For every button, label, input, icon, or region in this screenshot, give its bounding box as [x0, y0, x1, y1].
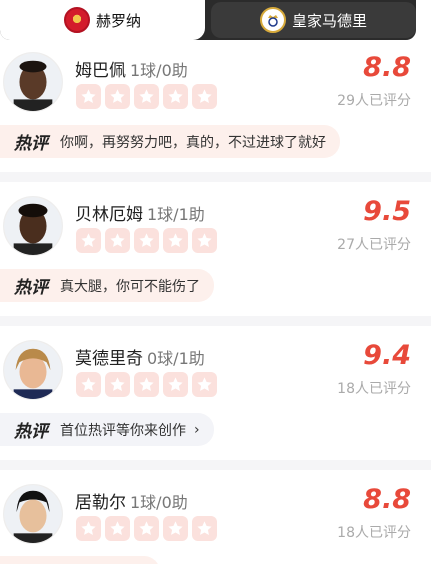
chevron-right-icon: › — [194, 421, 200, 438]
star-icon[interactable] — [105, 516, 130, 541]
rating-stars[interactable] — [76, 228, 217, 253]
star-icon[interactable] — [192, 84, 217, 109]
section-divider — [0, 172, 431, 182]
star-icon[interactable] — [192, 228, 217, 253]
player-avatar — [3, 484, 63, 544]
section-divider — [0, 316, 431, 326]
star-icon[interactable] — [76, 516, 101, 541]
star-icon[interactable] — [76, 84, 101, 109]
tab-real-madrid[interactable]: 皇家马德里 — [211, 2, 416, 38]
player-name-line: 姆巴佩 1球/0助 — [75, 56, 188, 81]
player-score: 8.8 — [363, 484, 411, 515]
real-madrid-crest-icon — [259, 7, 286, 33]
hot-comment-partial[interactable] — [0, 556, 160, 564]
tab-real-madrid-label: 皇家马德里 — [291, 11, 367, 30]
girona-crest-icon — [63, 7, 90, 33]
star-icon[interactable] — [105, 84, 130, 109]
team-tabs: 赫罗纳 皇家马德里 — [0, 0, 416, 40]
hot-comment-badge: 热评 — [14, 278, 48, 298]
rating-stars[interactable] — [76, 516, 217, 541]
hot-comment-text: 真大腿，你可不能伤了 — [60, 278, 200, 295]
hot-comment-text: 你啊，再努努力吧，真的，不过进球了就好 — [60, 134, 326, 151]
player-row[interactable]: 莫德里奇 0球/1助 9.4 18人已评分 — [0, 340, 431, 400]
player-avatar — [3, 196, 63, 256]
player-score: 9.5 — [363, 196, 411, 227]
star-icon[interactable] — [163, 372, 188, 397]
hot-comment-badge: 热评 — [14, 134, 48, 154]
player-avatar — [3, 52, 63, 112]
star-icon[interactable] — [134, 84, 159, 109]
hot-comment-text: 首位热评等你来创作 — [60, 422, 186, 439]
star-icon[interactable] — [134, 516, 159, 541]
player-name-line: 贝林厄姆 1球/1助 — [75, 200, 205, 225]
star-icon[interactable] — [76, 372, 101, 397]
player-name: 贝林厄姆 — [75, 205, 143, 225]
star-icon[interactable] — [105, 372, 130, 397]
hot-comment-badge: 热评 — [14, 422, 48, 442]
star-icon[interactable] — [134, 228, 159, 253]
player-avatar — [3, 340, 63, 400]
player-row[interactable]: 贝林厄姆 1球/1助 9.5 27人已评分 — [0, 196, 431, 256]
rated-count: 18人已评分 — [337, 381, 411, 397]
hot-comment[interactable]: 热评 首位热评等你来创作 › — [0, 413, 214, 446]
star-icon[interactable] — [192, 516, 217, 541]
section-divider — [0, 460, 431, 470]
player-stats: 1球/0助 — [130, 61, 188, 80]
player-name-line: 居勒尔 1球/0助 — [75, 488, 188, 513]
player-name: 姆巴佩 — [75, 61, 126, 81]
tab-girona[interactable]: 赫罗纳 — [0, 0, 205, 40]
rating-stars[interactable] — [76, 372, 217, 397]
hot-comment[interactable]: 热评 真大腿，你可不能伤了 — [0, 269, 214, 302]
player-stats: 1球/1助 — [147, 205, 205, 224]
player-score: 9.4 — [363, 340, 411, 371]
star-icon[interactable] — [163, 84, 188, 109]
player-row[interactable]: 居勒尔 1球/0助 8.8 18人已评分 — [0, 484, 431, 544]
rated-count: 27人已评分 — [337, 237, 411, 253]
star-icon[interactable] — [76, 228, 101, 253]
rated-count: 29人已评分 — [337, 93, 411, 109]
player-name-line: 莫德里奇 0球/1助 — [75, 344, 205, 369]
star-icon[interactable] — [134, 372, 159, 397]
player-stats: 1球/0助 — [130, 493, 188, 512]
rated-count: 18人已评分 — [337, 525, 411, 541]
tab-girona-label: 赫罗纳 — [95, 11, 141, 30]
star-icon[interactable] — [163, 228, 188, 253]
rating-stars[interactable] — [76, 84, 217, 109]
player-stats: 0球/1助 — [147, 349, 205, 368]
star-icon[interactable] — [192, 372, 217, 397]
player-score: 8.8 — [363, 52, 411, 83]
player-name: 居勒尔 — [75, 493, 126, 513]
star-icon[interactable] — [163, 516, 188, 541]
player-row[interactable]: 姆巴佩 1球/0助 8.8 29人已评分 — [0, 52, 431, 112]
star-icon[interactable] — [105, 228, 130, 253]
hot-comment[interactable]: 热评 你啊，再努努力吧，真的，不过进球了就好 — [0, 125, 340, 158]
player-name: 莫德里奇 — [75, 349, 143, 369]
